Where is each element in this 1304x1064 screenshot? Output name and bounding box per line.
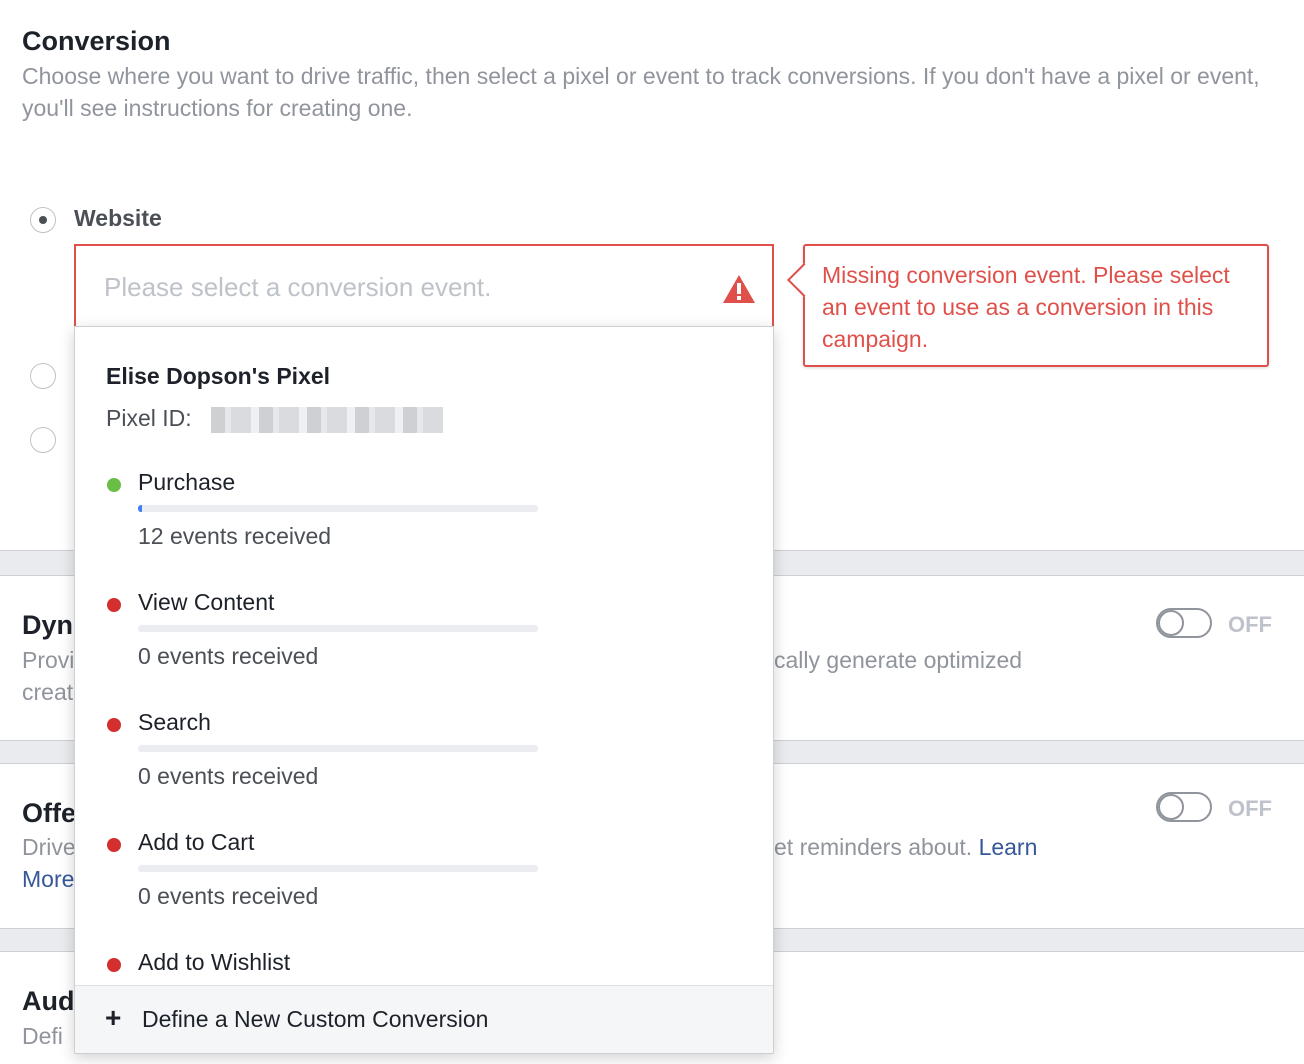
event-name: Add to Cart <box>138 829 255 855</box>
dynamic-creative-desc-right: cally generate optimized <box>774 647 1023 673</box>
error-message: Missing conversion event. Please select … <box>822 262 1230 352</box>
offer-desc-left: Drive <box>22 834 76 860</box>
define-custom-conversion-button[interactable]: + Define a New Custom Conversion <box>75 985 773 1053</box>
status-dot-icon <box>107 838 121 852</box>
website-label: Website <box>74 205 162 231</box>
event-progress-bar <box>138 745 538 752</box>
event-progress-bar <box>138 865 538 872</box>
dynamic-creative-title: Dyn <box>22 610 74 640</box>
offer-more-link[interactable]: More <box>22 863 74 895</box>
event-option-view-content[interactable]: View Content 0 events received <box>75 589 773 699</box>
event-count: 0 events received <box>138 883 319 909</box>
radio-selected-dot <box>39 216 47 224</box>
event-progress-bar <box>138 505 538 512</box>
event-name: View Content <box>138 589 275 615</box>
conversion-event-placeholder: Please select a conversion event. <box>104 272 492 302</box>
warning-icon <box>723 275 755 303</box>
status-dot-icon <box>107 478 121 492</box>
website-radio[interactable] <box>30 207 56 233</box>
dynamic-creative-toggle[interactable] <box>1156 608 1212 638</box>
conversion-description: Choose where you want to drive traffic, … <box>22 63 1260 121</box>
offer-toggle-label: OFF <box>1228 796 1272 821</box>
app-radio[interactable] <box>30 363 56 389</box>
dynamic-creative-desc-left-2: creat <box>22 679 74 705</box>
event-name: Search <box>138 709 211 735</box>
offer-learn-link[interactable]: Learn <box>979 834 1038 860</box>
event-count: 12 events received <box>138 523 332 549</box>
event-option-purchase[interactable]: Purchase 12 events received <box>75 469 773 579</box>
conversion-event-dropdown: Elise Dopson's Pixel Pixel ID: Purchase … <box>74 326 774 1054</box>
pixel-id-redacted <box>211 407 443 433</box>
event-count: 0 events received <box>138 763 319 789</box>
audience-title: Aud <box>22 986 75 1016</box>
offer-desc-right-text: et reminders about. <box>774 834 973 860</box>
conversion-event-select[interactable]: Please select a conversion event. <box>74 244 774 328</box>
offer-title: Offe <box>22 798 76 828</box>
offer-toggle[interactable] <box>1156 792 1212 822</box>
event-count: 0 events received <box>138 643 319 669</box>
plus-icon: + <box>105 1002 122 1033</box>
dynamic-creative-desc-left-1: Provi <box>22 647 75 673</box>
define-custom-conversion-label: Define a New Custom Conversion <box>142 1006 489 1032</box>
event-progress-bar <box>138 625 538 632</box>
offer-desc-right: et reminders about. Learn <box>774 831 1037 863</box>
toggle-knob <box>1158 610 1184 636</box>
event-option-search[interactable]: Search 0 events received <box>75 709 773 819</box>
conversion-title: Conversion <box>22 26 171 56</box>
status-dot-icon <box>107 958 121 972</box>
event-progress-fill <box>138 505 142 512</box>
dynamic-creative-toggle-label: OFF <box>1228 612 1272 637</box>
tooltip-arrow <box>787 263 821 297</box>
error-tooltip: Missing conversion event. Please select … <box>787 244 1269 367</box>
event-option-add-to-cart[interactable]: Add to Cart 0 events received <box>75 829 773 939</box>
messenger-radio[interactable] <box>30 427 56 453</box>
event-name: Purchase <box>138 469 236 495</box>
audience-desc: Defi <box>22 1023 63 1049</box>
status-dot-icon <box>107 718 121 732</box>
pixel-id-label: Pixel ID: <box>106 405 192 431</box>
toggle-knob <box>1158 794 1184 820</box>
status-dot-icon <box>107 598 121 612</box>
event-name: Add to Wishlist <box>138 949 291 975</box>
pixel-name: Elise Dopson's Pixel <box>106 363 331 389</box>
